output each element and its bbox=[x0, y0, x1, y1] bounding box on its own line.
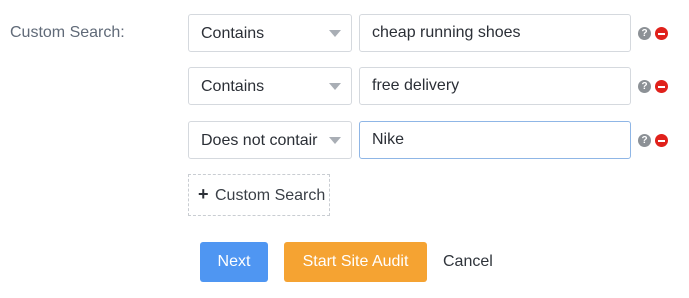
help-icon[interactable]: ? bbox=[638, 27, 651, 40]
remove-rule-icon[interactable] bbox=[655, 27, 668, 40]
caret-down-icon bbox=[329, 30, 341, 37]
search-rule-row: Contains ? bbox=[188, 67, 678, 107]
caret-down-icon bbox=[329, 137, 341, 144]
remove-rule-icon[interactable] bbox=[655, 80, 668, 93]
plus-icon: + bbox=[198, 184, 209, 204]
caret-down-icon bbox=[329, 83, 341, 90]
condition-select[interactable]: Contains bbox=[188, 14, 352, 52]
remove-rule-icon[interactable] bbox=[655, 134, 668, 147]
search-term-input[interactable] bbox=[359, 121, 631, 159]
condition-select[interactable]: Contains bbox=[188, 67, 352, 105]
condition-select-value: Contains bbox=[201, 78, 265, 95]
add-custom-search-label: Custom Search bbox=[215, 187, 326, 204]
search-rule-row: Does not contair ? bbox=[188, 121, 678, 161]
help-icon[interactable]: ? bbox=[638, 80, 651, 93]
condition-select-value: Does not contair bbox=[201, 132, 318, 149]
custom-search-form: Custom Search: Contains ? Contains ? Doe… bbox=[0, 0, 689, 298]
search-term-input[interactable] bbox=[359, 14, 631, 52]
custom-search-label: Custom Search: bbox=[10, 24, 125, 41]
search-rule-row: Contains ? bbox=[188, 14, 678, 54]
cancel-link[interactable]: Cancel bbox=[443, 242, 493, 282]
help-icon[interactable]: ? bbox=[638, 134, 651, 147]
next-button[interactable]: Next bbox=[200, 242, 268, 282]
condition-select[interactable]: Does not contair bbox=[188, 121, 352, 159]
add-custom-search-button[interactable]: + Custom Search bbox=[188, 174, 330, 216]
condition-select-value: Contains bbox=[201, 25, 265, 42]
search-term-input[interactable] bbox=[359, 67, 631, 105]
start-site-audit-button[interactable]: Start Site Audit bbox=[284, 242, 427, 282]
